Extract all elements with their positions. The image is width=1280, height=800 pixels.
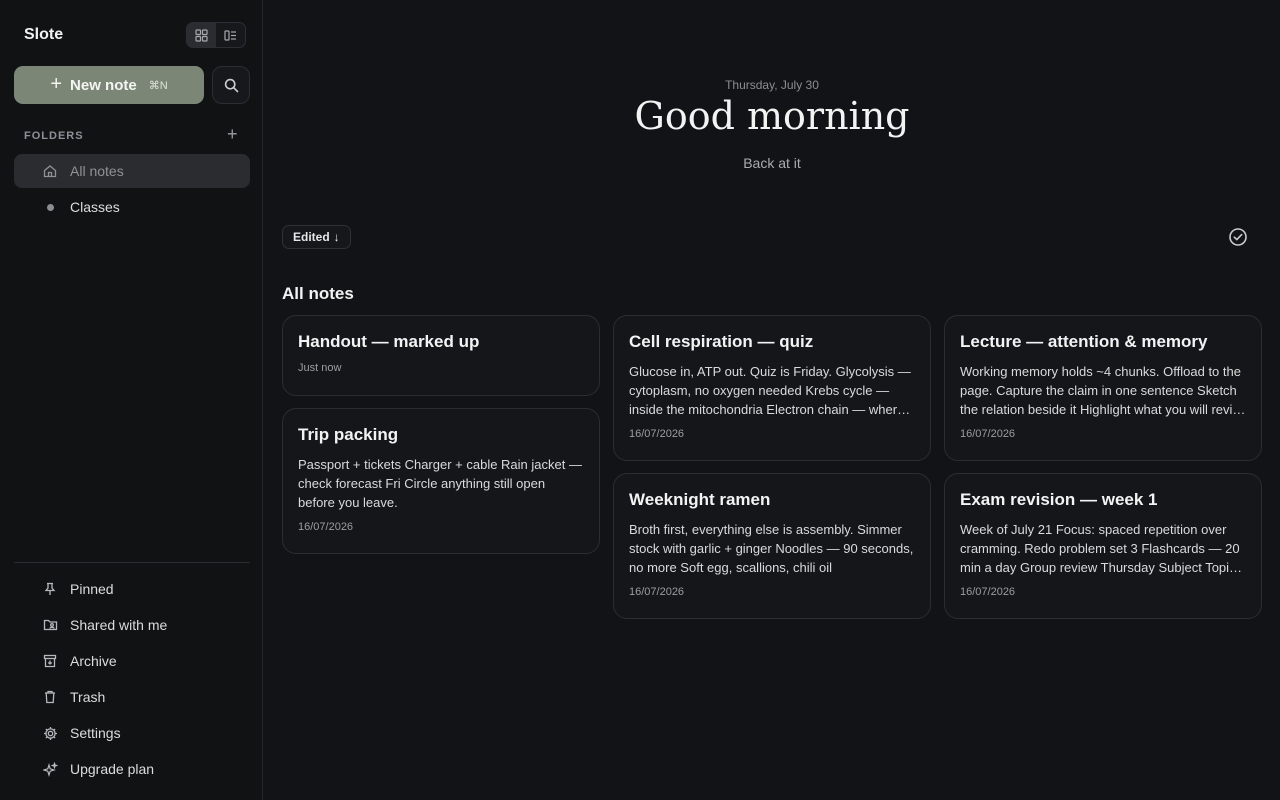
sidebar-divider	[14, 562, 250, 563]
home-icon	[42, 163, 58, 179]
main-content: Thursday, July 30 Good morning Back at i…	[264, 0, 1280, 800]
note-preview: Week of July 21 Focus: spaced repetition…	[960, 522, 1240, 575]
sidebar-item-upgrade[interactable]: Upgrade plan	[14, 752, 250, 786]
gear-icon	[42, 725, 58, 741]
note-card[interactable]: Lecture — attention & memory Working mem…	[944, 315, 1262, 461]
note-meta: Just now	[298, 362, 342, 374]
note-preview: Broth first, everything else is assembly…	[629, 522, 914, 575]
sidebar-item-label: Trash	[70, 689, 106, 705]
note-title: Cell respiration — quiz	[629, 332, 814, 351]
note-card[interactable]: Trip packing Passport + tickets Charger …	[282, 408, 600, 554]
note-title: Lecture — attention & memory	[960, 332, 1208, 351]
search-button[interactable]	[212, 66, 250, 104]
arrow-down-icon: ↓	[333, 230, 340, 244]
plus-icon: +	[50, 73, 63, 95]
section-title: All notes	[282, 284, 354, 303]
sidebar-item-label: Shared with me	[70, 617, 168, 633]
note-card[interactable]: Handout — marked up Just now	[282, 315, 600, 396]
new-note-label: New note	[70, 76, 137, 94]
sort-edited-button[interactable]: Edited ↓	[282, 225, 351, 249]
note-meta: 16/07/2026	[629, 586, 685, 598]
folder-dot-icon	[42, 199, 58, 215]
note-meta: 16/07/2026	[298, 521, 354, 533]
shared-folder-icon	[42, 617, 58, 633]
sidebar-item-label: All notes	[70, 163, 124, 179]
new-note-shortcut: ⌘N	[148, 79, 168, 92]
check-circle-icon	[1229, 228, 1247, 246]
current-date: Thursday, July 30	[725, 78, 819, 92]
sidebar-item-label: Archive	[70, 653, 117, 669]
greeting-subtitle: Back at it	[743, 155, 801, 171]
sidebar-item-settings[interactable]: Settings	[14, 716, 250, 750]
sidebar-item-label: Classes	[70, 199, 120, 215]
note-card[interactable]: Cell respiration — quiz Glucose in, ATP …	[613, 315, 931, 461]
sort-label: Edited	[293, 230, 330, 244]
sidebar-item-shared[interactable]: Shared with me	[14, 608, 250, 642]
note-card[interactable]: Weeknight ramen Broth first, everything …	[613, 473, 931, 619]
folders-label: FOLDERS	[24, 130, 84, 142]
app-name: Slote	[24, 26, 64, 43]
note-title: Trip packing	[298, 425, 399, 444]
note-meta: 16/07/2026	[960, 428, 1016, 440]
note-title: Weeknight ramen	[629, 490, 771, 509]
note-preview: Glucose in, ATP out. Quiz is Friday. Gly…	[629, 364, 911, 417]
search-icon	[224, 78, 238, 92]
sidebar-item-label: Upgrade plan	[70, 761, 155, 777]
new-note-button[interactable]: + New note ⌘N	[14, 66, 204, 104]
note-meta: 16/07/2026	[960, 586, 1016, 598]
note-preview: Working memory holds ~4 chunks. Offload …	[960, 364, 1246, 417]
sidebar-item-all-notes[interactable]: All notes	[14, 154, 250, 188]
add-folder-button[interactable]: +	[227, 124, 238, 145]
note-title: Handout — marked up	[298, 332, 480, 351]
grid-view-button[interactable]	[187, 23, 216, 47]
sidebar: Slote + New note ⌘N FOLDERS + All notes …	[0, 0, 263, 800]
sidebar-item-classes[interactable]: Classes	[14, 190, 250, 224]
note-preview: Passport + tickets Charger + cable Rain …	[298, 457, 582, 510]
sidebar-item-label: Pinned	[70, 581, 114, 597]
sidebar-item-trash[interactable]: Trash	[14, 680, 250, 714]
note-title: Exam revision — week 1	[960, 490, 1158, 509]
view-toggle	[186, 22, 246, 48]
sidebar-item-label: Settings	[70, 725, 121, 741]
grid-icon	[195, 28, 208, 42]
sidebar-item-pinned[interactable]: Pinned	[14, 572, 250, 606]
sidebar-item-archive[interactable]: Archive	[14, 644, 250, 678]
pin-icon	[42, 581, 58, 597]
trash-icon	[42, 689, 58, 705]
list-view-button[interactable]	[216, 23, 245, 47]
select-notes-button[interactable]	[1228, 227, 1248, 252]
note-card[interactable]: Exam revision — week 1 Week of July 21 F…	[944, 473, 1262, 619]
note-meta: 16/07/2026	[629, 428, 685, 440]
list-icon	[224, 29, 236, 41]
greeting-title: Good morning	[634, 94, 910, 138]
sparkle-icon	[42, 761, 58, 777]
archive-icon	[42, 653, 58, 669]
